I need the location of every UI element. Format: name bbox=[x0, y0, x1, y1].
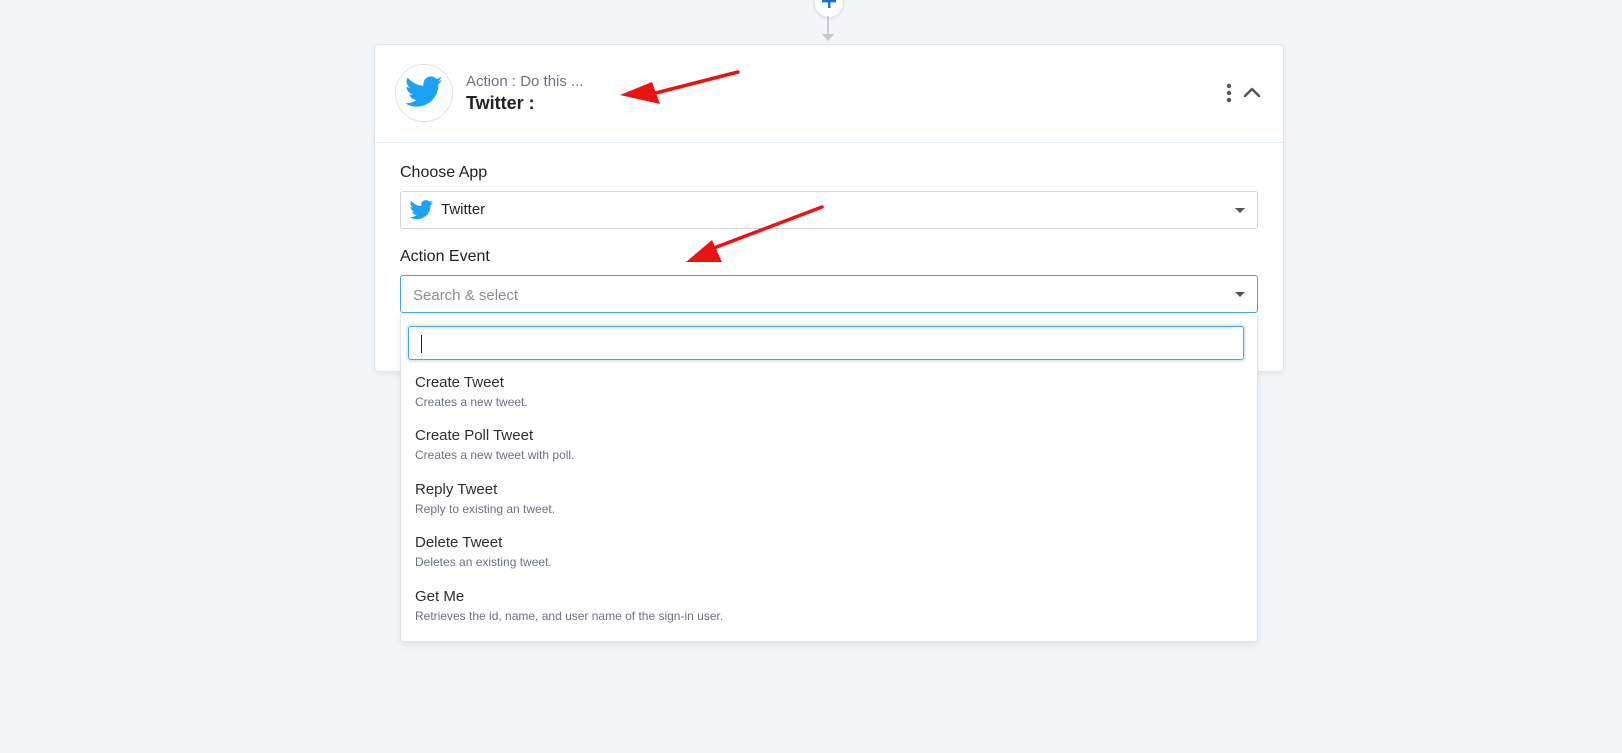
option-description: Deletes an existing tweet. bbox=[415, 555, 552, 569]
choose-app-label: Choose App bbox=[400, 164, 488, 181]
caret-down-icon bbox=[1235, 292, 1245, 297]
dropdown-search-input[interactable] bbox=[408, 326, 1244, 360]
step-title: Twitter : bbox=[466, 93, 535, 113]
connector-arrow-icon bbox=[822, 34, 834, 41]
step-type-label: Action : Do this ... bbox=[466, 73, 584, 90]
chevron-up-icon[interactable] bbox=[1243, 85, 1261, 99]
app-logo bbox=[395, 64, 453, 122]
kebab-menu-icon[interactable] bbox=[1225, 83, 1233, 103]
workflow-canvas: Action : Do this ... Twitter : Choose Ap… bbox=[0, 0, 1622, 753]
option-description: Creates a new tweet with poll. bbox=[415, 448, 575, 462]
twitter-bird-icon bbox=[409, 200, 434, 220]
add-step-button[interactable] bbox=[814, 0, 844, 18]
option-create-tweet[interactable]: Create Tweet Creates a new tweet. bbox=[415, 374, 1235, 422]
option-description: Reply to existing an tweet. bbox=[415, 502, 556, 516]
text-cursor bbox=[421, 335, 422, 353]
option-reply-tweet[interactable]: Reply Tweet Reply to existing an tweet. bbox=[415, 481, 1235, 529]
option-description: Retrieves the id, name, and user name of… bbox=[415, 609, 724, 623]
option-create-poll-tweet[interactable]: Create Poll Tweet Creates a new tweet wi… bbox=[415, 427, 1235, 475]
plus-icon bbox=[822, 0, 836, 8]
twitter-bird-icon bbox=[405, 76, 443, 107]
card-header[interactable]: Action : Do this ... Twitter : bbox=[375, 45, 1283, 143]
option-title: Delete Tweet bbox=[415, 534, 503, 551]
option-delete-tweet[interactable]: Delete Tweet Deletes an existing tweet. bbox=[415, 534, 1235, 582]
option-description: Creates a new tweet. bbox=[415, 395, 528, 409]
choose-app-select[interactable]: Twitter bbox=[400, 191, 1258, 229]
connector-line bbox=[827, 16, 829, 36]
option-get-me[interactable]: Get Me Retrieves the id, name, and user … bbox=[415, 588, 1235, 636]
caret-down-icon bbox=[1235, 208, 1245, 213]
option-title: Get Me bbox=[415, 588, 465, 605]
action-event-placeholder: Search & select bbox=[413, 287, 519, 304]
option-title: Reply Tweet bbox=[415, 481, 498, 498]
choose-app-value: Twitter bbox=[441, 201, 486, 218]
action-event-label: Action Event bbox=[400, 248, 490, 265]
action-event-dropdown: Create Tweet Creates a new tweet. Create… bbox=[400, 315, 1258, 642]
option-title: Create Tweet bbox=[415, 374, 504, 391]
action-event-select[interactable]: Search & select bbox=[400, 275, 1258, 313]
option-title: Create Poll Tweet bbox=[415, 427, 534, 444]
